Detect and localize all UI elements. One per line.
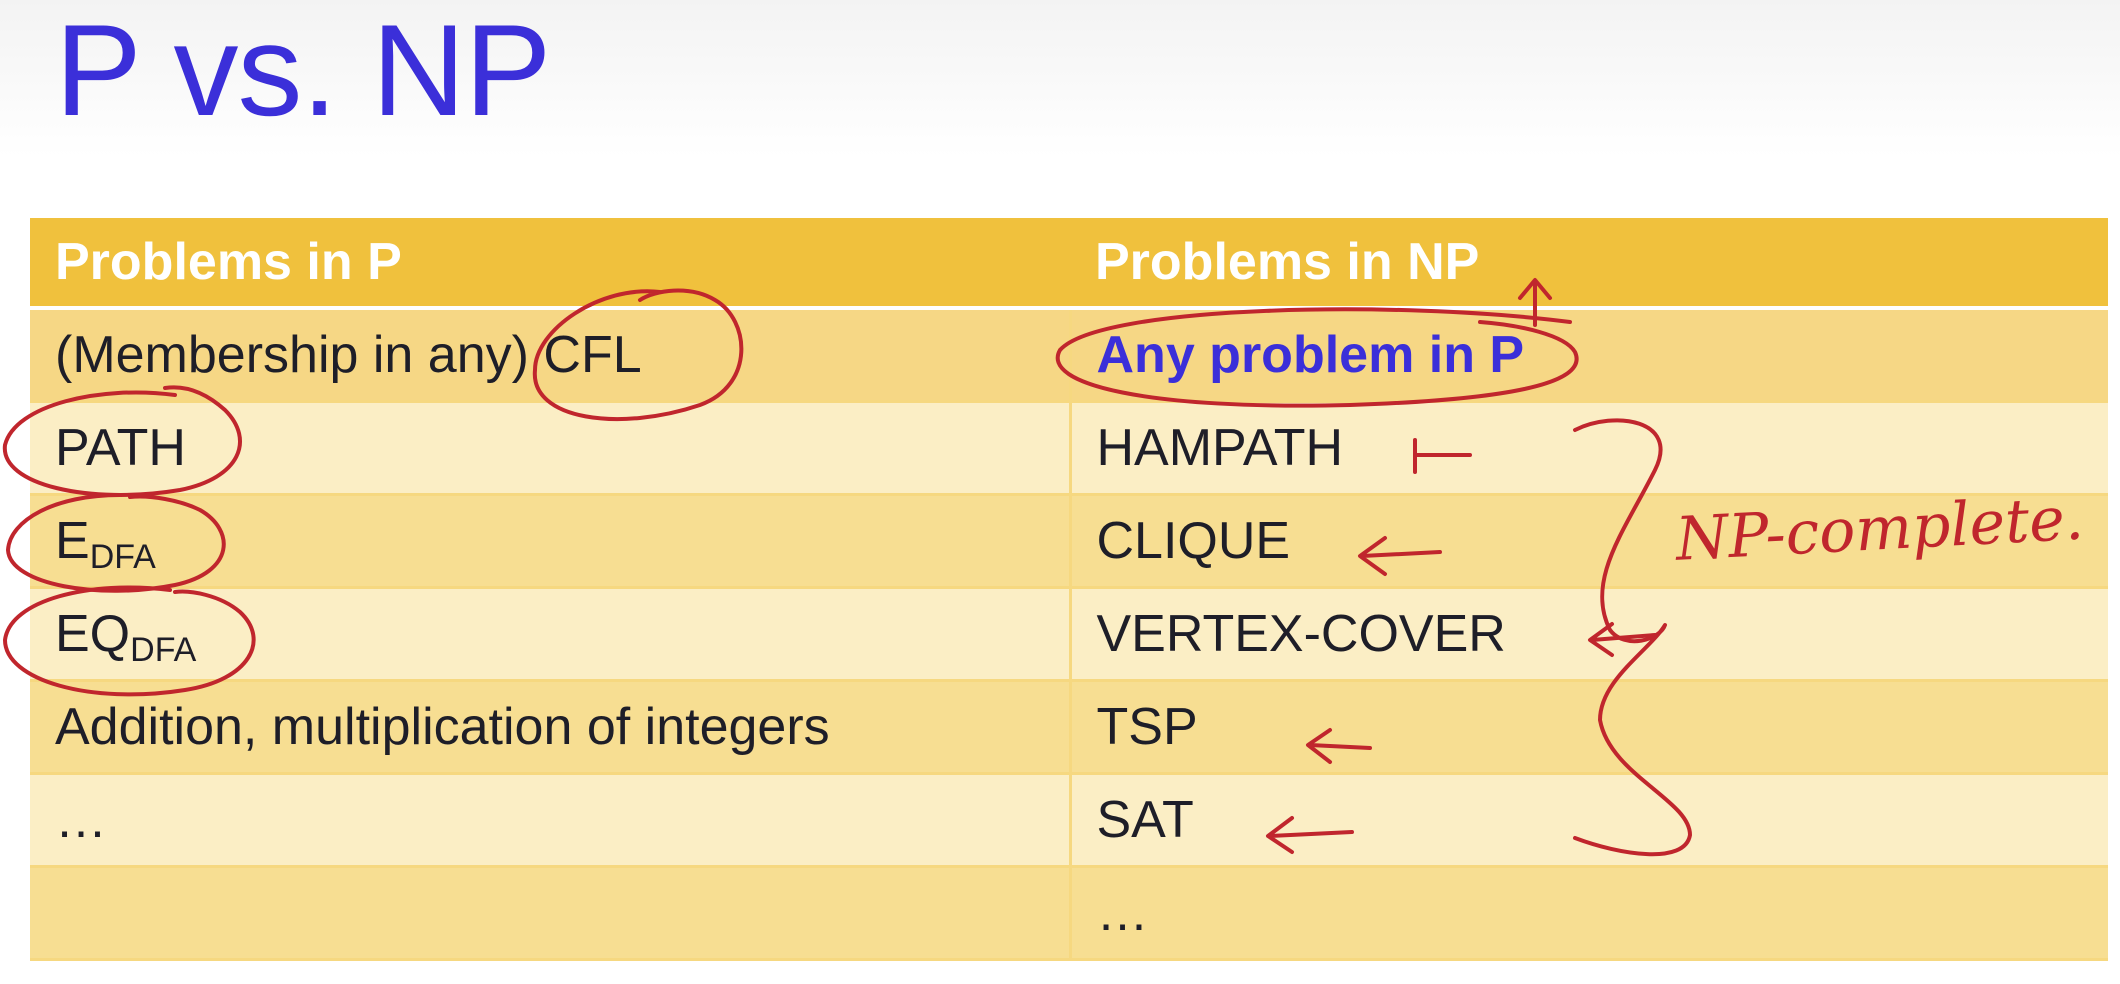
table-row: (Membership in any) CFL Any problem in P [30, 308, 2108, 403]
np-cell-hampath: HAMPATH [1070, 401, 2108, 496]
p-cell-edfa-subscript: DFA [89, 538, 156, 576]
np-cell-vertex-cover: VERTEX-COVER [1070, 587, 2108, 682]
p-cell-ellipsis: … [30, 773, 1072, 868]
np-cell-sat: SAT [1070, 773, 2108, 868]
p-cell-eqdfa: EQDFA [30, 587, 1072, 682]
p-cell-eqdfa-subscript: DFA [130, 631, 197, 669]
header-problems-in-p: Problems in P [30, 218, 1070, 310]
table-row: Addition, multiplication of integers TSP [30, 680, 2108, 775]
table-row: … [30, 866, 2108, 961]
p-cell-empty [30, 866, 1072, 961]
p-cell-edfa: EDFA [30, 494, 1072, 589]
p-cell-path: PATH [30, 401, 1072, 496]
p-cell-cfl: (Membership in any) CFL [30, 308, 1072, 403]
slide-title: P vs. NP [55, 0, 551, 143]
header-problems-in-np: Problems in NP [1070, 218, 2108, 310]
np-cell-ellipsis: … [1070, 866, 2108, 961]
table-row: PATH HAMPATH [30, 401, 2108, 496]
p-cell-edfa-main: E [55, 512, 90, 570]
np-cell-any-problem-in-p: Any problem in P [1070, 308, 2108, 403]
comparison-table: Problems in P Problems in NP (Membership… [30, 218, 2108, 970]
np-cell-tsp: TSP [1070, 680, 2108, 775]
table-header-row: Problems in P Problems in NP [30, 218, 2108, 310]
table-row: EQDFA VERTEX-COVER [30, 587, 2108, 682]
p-cell-eqdfa-main: EQ [55, 605, 131, 663]
p-cell-arithmetic: Addition, multiplication of integers [30, 680, 1072, 775]
table-row: … SAT [30, 773, 2108, 868]
